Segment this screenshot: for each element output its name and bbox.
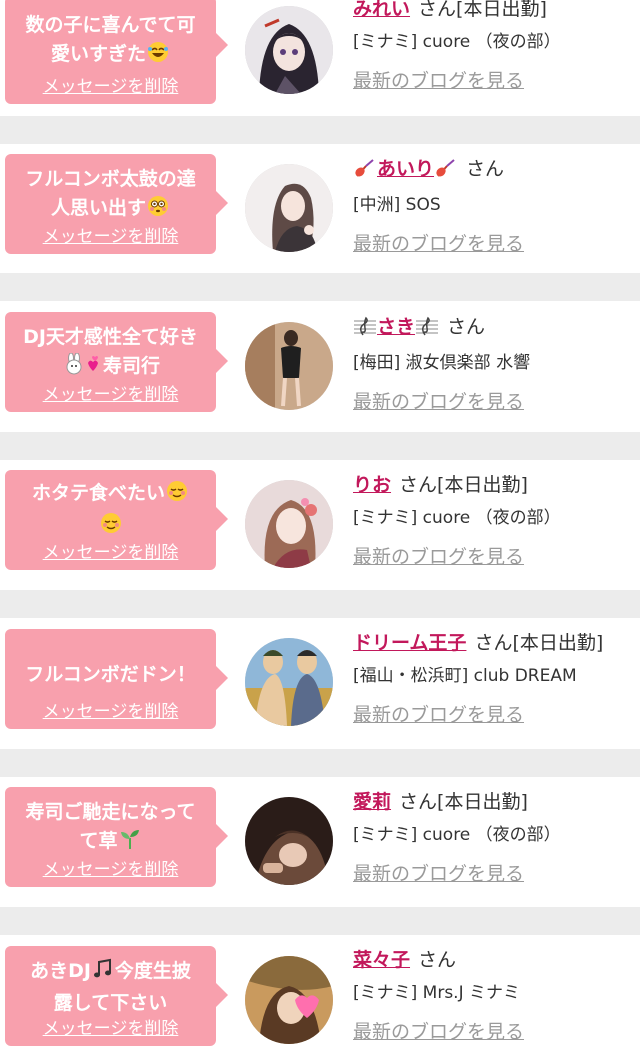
- delete-message-link[interactable]: メッセージを削除: [5, 1014, 216, 1039]
- avatar[interactable]: [245, 956, 333, 1044]
- cast-info: あいり さん [中洲] SOS 最新のブログを見る: [353, 156, 638, 257]
- shift-status: [本日出勤]: [512, 632, 604, 654]
- cast-name-link[interactable]: 菜々子: [353, 949, 410, 971]
- shift-status: [本日出勤]: [437, 474, 528, 496]
- list-item: 寿司ご馳走になって て草 メッセージを削除 愛莉 さん[本日出勤] [ミナミ] c…: [0, 777, 640, 895]
- list-item: フルコンボ太鼓の達 人思い出す メッセージを削除 あいり さん [中洲] SOS …: [0, 144, 640, 262]
- cast-name-link[interactable]: ドリーム王子: [353, 632, 466, 654]
- cast-info: りお さん[本日出勤] [ミナミ] cuore （夜の部） 最新のブログを見る: [353, 472, 638, 570]
- shift-status: [本日出勤]: [456, 0, 547, 20]
- blog-link[interactable]: 最新のブログを見る: [353, 1019, 638, 1045]
- blog-link[interactable]: 最新のブログを見る: [353, 231, 638, 257]
- blog-link[interactable]: 最新のブログを見る: [353, 389, 638, 415]
- cast-info: ドリーム王子 さん[本日出勤] [福山・松浜町] club DREAM 最新のブロ…: [353, 630, 638, 728]
- separator: [0, 432, 640, 460]
- avatar[interactable]: [245, 322, 333, 410]
- separator: [0, 907, 640, 935]
- cast-info: 菜々子 さん [ミナミ] Mrs.J ミナミ 最新のブログを見る: [353, 947, 638, 1045]
- message-bubble: ホタテ食べたい メッセージを削除: [5, 470, 228, 570]
- message-bubble: 寿司ご馳走になって て草 メッセージを削除: [5, 787, 228, 887]
- message-bubble: フルコンボ太鼓の達 人思い出す メッセージを削除: [5, 154, 228, 254]
- delete-message-link[interactable]: メッセージを削除: [5, 72, 216, 97]
- blog-link[interactable]: 最新のブログを見る: [353, 861, 638, 887]
- shop-info: [梅田] 淑女倶楽部 水響: [353, 353, 531, 373]
- list-item: ホタテ食べたい メッセージを削除 りお さん[本日出勤] [ミナミ] cuore …: [0, 460, 640, 578]
- message-text: フルコンボだドン！: [25, 663, 196, 686]
- blog-link[interactable]: 最新のブログを見る: [353, 68, 638, 94]
- cast-name-link[interactable]: みれい: [353, 0, 410, 20]
- avatar[interactable]: [245, 480, 333, 568]
- message-text: フルコンボ太鼓の達 人思い出す: [13, 165, 208, 226]
- shop-info: [中洲] SOS: [353, 195, 441, 215]
- message-text: DJ天才感性全て好き 寿司行: [13, 323, 208, 384]
- cast-name-link[interactable]: あいり: [353, 158, 458, 180]
- shop-info: [ミナミ] Mrs.J ミナミ: [353, 983, 521, 1003]
- avatar[interactable]: [245, 164, 333, 252]
- message-bubble: フルコンボだドン！ メッセージを削除: [5, 629, 228, 729]
- list-item: あきDJ 今度生披 露して下さい メッセージを削除 菜々子 さん [ミナミ] Mrs…: [0, 935, 640, 1053]
- musical-notes-emoji-icon: [92, 958, 114, 989]
- message-text: あきDJ 今度生披 露して下さい: [30, 958, 191, 1014]
- guitar-icon: [435, 158, 457, 185]
- message-bubble: 数の子に喜んでて可 愛いすぎた メッセージを削除: [5, 0, 228, 104]
- separator: [0, 590, 640, 618]
- rolling-laughing-emoji-icon: [147, 41, 169, 72]
- delete-message-link[interactable]: メッセージを削除: [5, 538, 216, 563]
- separator: [0, 116, 640, 144]
- cast-info: さき さん [梅田] 淑女倶楽部 水響 最新のブログを見る: [353, 314, 638, 415]
- blog-link[interactable]: 最新のブログを見る: [353, 702, 638, 728]
- cast-info: みれい さん[本日出勤] [ミナミ] cuore （夜の部） 最新のブログを見る: [353, 0, 638, 94]
- avatar[interactable]: [245, 6, 333, 94]
- message-text: 寿司ご馳走になって て草: [13, 798, 208, 859]
- relieved-face-emoji-icon: [166, 480, 188, 511]
- blog-link[interactable]: 最新のブログを見る: [353, 544, 638, 570]
- cast-info: 愛莉 さん[本日出勤] [ミナミ] cuore （夜の部） 最新のブログを見る: [353, 789, 638, 887]
- music-staff-icon: [416, 316, 439, 343]
- shop-info: [ミナミ] cuore （夜の部）: [353, 508, 561, 528]
- shop-info: [ミナミ] cuore （夜の部）: [353, 825, 561, 845]
- cast-name-link[interactable]: さき: [353, 316, 439, 338]
- cast-name-link[interactable]: 愛莉: [353, 791, 391, 813]
- avatar[interactable]: [245, 638, 333, 726]
- separator: [0, 749, 640, 777]
- music-staff-icon: [354, 316, 376, 343]
- delete-message-link[interactable]: メッセージを削除: [5, 697, 216, 722]
- avatar[interactable]: [245, 797, 333, 885]
- shop-info: [福山・松浜町] club DREAM: [353, 666, 577, 686]
- separator: [0, 273, 640, 301]
- delete-message-link[interactable]: メッセージを削除: [5, 855, 216, 880]
- delete-message-link[interactable]: メッセージを削除: [5, 222, 216, 247]
- cast-name-link[interactable]: りお: [353, 474, 391, 496]
- list-item: フルコンボだドン！ メッセージを削除 ドリーム王子 さん[本日出勤] [福山・松浜…: [0, 618, 640, 736]
- shop-info: [ミナミ] cuore （夜の部）: [353, 32, 561, 52]
- message-text: 数の子に喜んでて可 愛いすぎた: [13, 11, 208, 72]
- delete-message-link[interactable]: メッセージを削除: [5, 380, 216, 405]
- message-bubble: あきDJ 今度生披 露して下さい メッセージを削除: [5, 946, 228, 1046]
- list-item: DJ天才感性全て好き 寿司行 メッセージを削除 さき さん [梅田] 淑女倶楽部 …: [0, 302, 640, 420]
- message-bubble: DJ天才感性全て好き 寿司行 メッセージを削除: [5, 312, 228, 412]
- message-text: ホタテ食べたい: [13, 479, 208, 543]
- shift-status: [本日出勤]: [437, 791, 528, 813]
- guitar-icon: [354, 158, 376, 185]
- message-list: 数の子に喜んでて可 愛いすぎた メッセージを削除 みれい さん[本日出勤] [ミナ…: [0, 0, 640, 1055]
- list-item: 数の子に喜んでて可 愛いすぎた メッセージを削除 みれい さん[本日出勤] [ミナ…: [0, 0, 640, 114]
